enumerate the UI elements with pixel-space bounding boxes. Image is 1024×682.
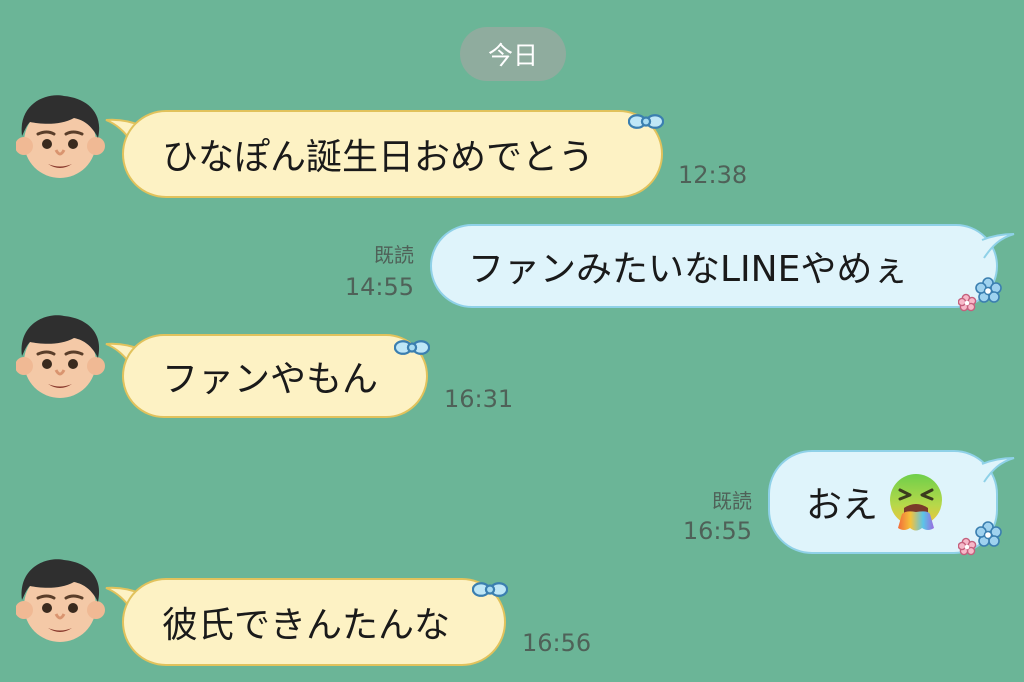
outgoing-message-bubble[interactable]: ファンみたいなLINEやめぇ	[430, 224, 998, 308]
blue-bow-icon	[394, 334, 430, 361]
incoming-message-bubble[interactable]: 彼氏できんたんな	[122, 578, 506, 666]
boy-face-avatar-icon[interactable]	[16, 556, 106, 652]
message-timestamp: 16:56	[522, 629, 592, 657]
message-text: ファンみたいなLINEやめぇ	[468, 249, 909, 290]
blue-bow-icon	[472, 576, 508, 603]
message-timestamp: 16:55	[682, 517, 752, 545]
blue-bow-icon	[628, 108, 664, 135]
read-receipt: 既読	[712, 489, 752, 513]
boy-face-avatar-icon[interactable]	[16, 312, 106, 408]
message-timestamp: 16:31	[444, 385, 514, 413]
boy-face-avatar-icon[interactable]	[16, 92, 106, 188]
outgoing-bubble-tail	[981, 233, 1015, 259]
incoming-message-bubble[interactable]: ひなぽん誕生日おめでとう	[122, 110, 663, 198]
flowers-icon	[958, 520, 1002, 556]
flowers-icon	[958, 276, 1002, 312]
message-text: ファンやもん	[162, 359, 379, 400]
incoming-message-bubble[interactable]: ファンやもん	[122, 334, 428, 418]
message-text: 彼氏できんたんな	[162, 605, 451, 646]
message-timestamp: 12:38	[678, 161, 748, 189]
date-separator-label: 今日	[487, 41, 538, 70]
message-timestamp: 14:55	[344, 273, 414, 301]
vomiting-face-emoji-icon	[884, 470, 948, 534]
message-text: ひなぽん誕生日おめでとう	[162, 137, 595, 178]
read-receipt: 既読	[374, 243, 414, 267]
outgoing-bubble-tail	[981, 457, 1015, 483]
date-separator: 今日	[460, 27, 566, 81]
message-text: おえ	[806, 485, 879, 526]
